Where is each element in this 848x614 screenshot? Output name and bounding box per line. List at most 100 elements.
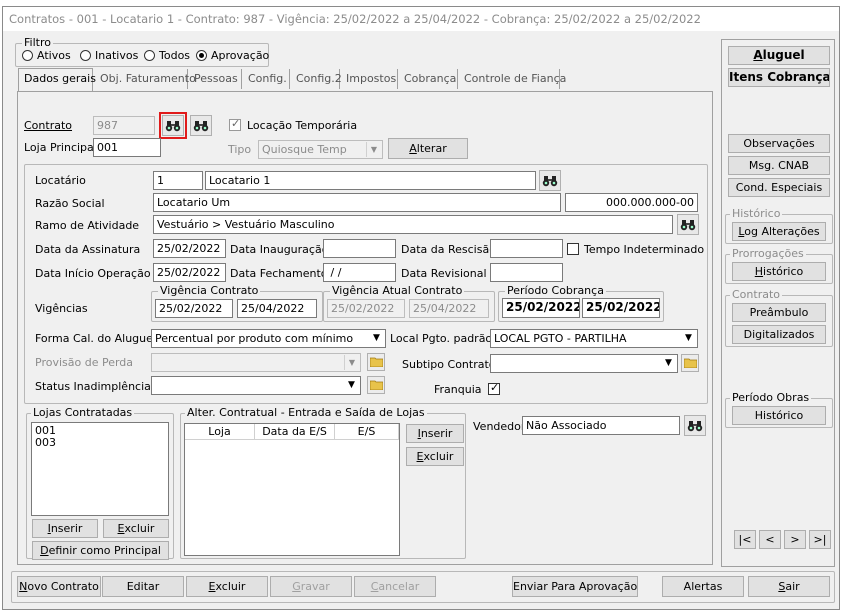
radio-todos[interactable] [144, 50, 155, 61]
tempo-indeterminado-checkbox[interactable] [567, 243, 579, 255]
tab-pessoas[interactable]: Pessoas [190, 69, 242, 89]
cpf-cnpj-field[interactable]: 000.000.000-00 [565, 193, 698, 212]
data-rescisao-field[interactable] [490, 239, 563, 258]
action-bar: Novo Contrato Editar Excluir Gravar Canc… [11, 571, 835, 603]
nav-last-button[interactable]: >| [809, 530, 831, 549]
dados-gerais-panel: Contrato 987 Locação Temporária Loja Pri… [17, 91, 713, 565]
tab-impostos[interactable]: Impostos [342, 69, 398, 89]
aluguel-button[interactable]: Aluguel [728, 46, 830, 65]
tab-dados-gerais[interactable]: Dados gerais [18, 68, 96, 91]
tab-config2[interactable]: Config.2 [292, 69, 342, 89]
itens-cobranca-button[interactable]: Itens Cobrança [728, 68, 830, 87]
subtipo-contrato-select[interactable]: ▼ [490, 354, 678, 373]
lojas-contratadas-legend: Lojas Contratadas [31, 406, 135, 419]
periodo-cobranca-inicio[interactable]: 25/02/2022 [502, 298, 580, 318]
cond-especiais-button[interactable]: Cond. Especiais [728, 178, 830, 197]
status-inadimplencia-select[interactable]: ▼ [151, 376, 361, 395]
locatario-name-field[interactable]: Locatario 1 [205, 171, 536, 190]
search-contrato-button[interactable] [159, 112, 187, 139]
tab-obj-faturamento[interactable]: Obj. Faturamento [96, 69, 196, 89]
ramo-atividade-field[interactable]: Vestuário > Vestuário Masculino [153, 215, 673, 234]
local-pgto-select[interactable]: LOCAL PGTO - PARTILHA ▼ [490, 329, 698, 348]
prorrogacoes-historico-button[interactable]: Histórico [732, 262, 826, 281]
vigencia-contrato-inicio[interactable]: 25/02/2022 [155, 299, 233, 318]
local-pgto-label: Local Pgto. padrão [390, 332, 493, 345]
data-inauguracao-field[interactable] [323, 239, 396, 258]
vigencia-contrato-fim[interactable]: 25/04/2022 [237, 299, 317, 318]
alterar-button[interactable]: Alterar [388, 138, 468, 159]
historico-group: Histórico Log Alterações [725, 207, 833, 244]
search-vendedor-button[interactable] [684, 415, 706, 436]
razao-social-label: Razão Social [35, 197, 105, 210]
nav-first-button[interactable]: |< [734, 530, 756, 549]
data-revisional-field[interactable] [490, 263, 563, 282]
locatario-code-field[interactable]: 1 [153, 171, 203, 190]
lojas-inserir-button[interactable]: Inserir [32, 519, 98, 538]
status-folder-button[interactable] [367, 376, 385, 394]
definir-principal-label: Definir como Principal [40, 544, 161, 557]
loja-principal-field[interactable]: 001 [93, 138, 161, 157]
editar-button[interactable]: Editar [102, 576, 184, 597]
search-ramo-button[interactable] [677, 214, 699, 235]
vendedor-field[interactable]: Não Associado [522, 416, 680, 435]
lojas-contratadas-group: Lojas Contratadas 001 003 Inserir Exclui… [26, 406, 174, 560]
data-inicio-operacao-field[interactable]: 25/02/2022 [153, 263, 226, 282]
provisao-folder-button[interactable] [367, 353, 385, 371]
radio-aprovacao[interactable] [196, 50, 207, 61]
enviar-aprovacao-button[interactable]: Enviar Para Aprovação [512, 576, 638, 597]
excluir-button[interactable]: Excluir [186, 576, 268, 597]
locacao-temporaria-label: Locação Temporária [247, 119, 358, 132]
gravar-label: Gravar [292, 580, 330, 593]
lojas-excluir-label: Excluir [117, 522, 155, 535]
alter-contratual-grid[interactable]: Loja Data da E/S E/S [184, 423, 400, 556]
alertas-button[interactable]: Alertas [662, 576, 744, 597]
radio-todos-label: Todos [159, 49, 191, 62]
column-header-es[interactable]: E/S [335, 424, 399, 440]
preambulo-button[interactable]: Preâmbulo [732, 303, 826, 322]
contrato-field[interactable]: 987 [93, 116, 155, 135]
franquia-checkbox[interactable] [488, 381, 500, 395]
msg-cnab-button[interactable]: Msg. CNAB [728, 156, 830, 175]
tipo-select[interactable]: Quiosque Temp ▼ [258, 140, 383, 159]
gravar-button[interactable]: Gravar [270, 576, 352, 597]
lojas-excluir-button[interactable]: Excluir [103, 519, 169, 538]
contrato-side-group: Contrato Preâmbulo Digitalizados [725, 288, 833, 347]
periodo-obras-historico-button[interactable]: Histórico [732, 406, 826, 425]
provisao-perda-select[interactable]: ▼ [151, 353, 361, 372]
definir-principal-button[interactable]: Definir como Principal [32, 541, 169, 560]
data-fechamento-field[interactable]: / / [323, 263, 396, 282]
data-assinatura-field[interactable]: 25/02/2022 [153, 239, 226, 258]
nav-next-button[interactable]: > [784, 530, 806, 549]
subtipo-folder-button[interactable] [681, 354, 699, 372]
razao-social-field[interactable]: Locatario Um [153, 193, 561, 212]
alter-excluir-button[interactable]: Excluir [406, 447, 464, 466]
observacoes-button[interactable]: Observações [728, 134, 830, 153]
column-header-loja[interactable]: Loja [185, 424, 255, 440]
search-contrato-alt-button[interactable] [190, 115, 212, 136]
vigencia-contrato-group: Vigência Contrato 25/02/2022 25/04/2022 [151, 284, 323, 322]
locacao-temporaria-checkbox[interactable] [229, 117, 241, 131]
cancelar-button[interactable]: Cancelar [354, 576, 436, 597]
alter-excluir-label: Excluir [416, 450, 454, 463]
alterar-button-label: Alterar [409, 142, 447, 155]
nav-prev-button[interactable]: < [759, 530, 781, 549]
digitalizados-button[interactable]: Digitalizados [732, 325, 826, 344]
alter-inserir-button[interactable]: Inserir [406, 424, 464, 443]
tab-controle-fianca[interactable]: Controle de Fiança [460, 69, 566, 89]
binoculars-icon [542, 175, 558, 186]
list-item[interactable]: 003 [35, 437, 165, 449]
lojas-list[interactable]: 001 003 [31, 422, 169, 516]
column-header-data-es[interactable]: Data da E/S [255, 424, 335, 440]
tab-cobranca[interactable]: Cobrança [400, 69, 458, 89]
novo-contrato-button[interactable]: Novo Contrato [17, 576, 101, 597]
radio-ativos[interactable] [22, 50, 33, 61]
sair-button[interactable]: Sair [748, 576, 830, 597]
chevron-down-icon: ▼ [344, 378, 359, 393]
search-locatario-button[interactable] [539, 170, 561, 191]
novo-contrato-label: Novo Contrato [19, 580, 99, 593]
tab-config[interactable]: Config. [244, 69, 290, 89]
periodo-cobranca-fim[interactable]: 25/02/2022 [582, 298, 660, 318]
forma-calculo-select[interactable]: Percentual por produto com mínimo ▼ [151, 329, 386, 348]
radio-inativos[interactable] [80, 50, 91, 61]
log-alteracoes-button[interactable]: Log Alterações [732, 222, 826, 241]
